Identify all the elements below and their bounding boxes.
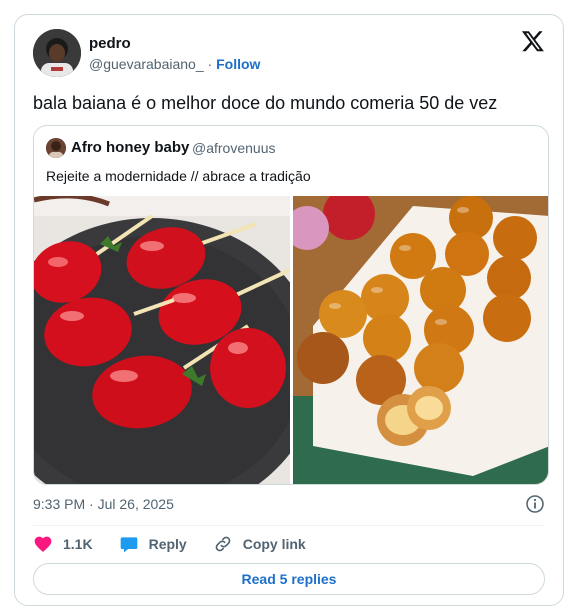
reply-button[interactable]: Reply: [119, 534, 187, 554]
like-button[interactable]: 1.1K: [33, 534, 93, 554]
read-replies-button[interactable]: Read 5 replies: [33, 563, 545, 595]
like-count: 1.1K: [63, 536, 93, 552]
link-icon: [215, 536, 231, 552]
action-bar: 1.1K Reply Copy link: [33, 534, 332, 554]
reply-label: Reply: [148, 536, 187, 552]
follow-button[interactable]: Follow: [216, 56, 260, 72]
read-replies-label: Read 5 replies: [241, 571, 337, 587]
strawberry-candy-photo[interactable]: [34, 196, 290, 484]
author-avatar[interactable]: [33, 29, 81, 77]
author-handle[interactable]: @guevarabaiano_: [89, 56, 204, 72]
handle-separator: ·: [207, 56, 213, 72]
bala-baiana-photo[interactable]: [293, 196, 548, 484]
copy-link-button[interactable]: Copy link: [213, 534, 306, 554]
speech-bubble-icon: [120, 537, 137, 553]
heart-icon: [34, 536, 52, 552]
quoted-tweet[interactable]: Afro honey baby @afrovenuus Rejeite a mo…: [33, 125, 549, 485]
copy-link-label: Copy link: [242, 536, 306, 552]
tweet-text: bala baiana é o melhor doce do mundo com…: [33, 93, 498, 113]
quoted-tweet-text: Rejeite a modernidade // abrace a tradiç…: [46, 168, 311, 184]
quoted-author-name[interactable]: Afro honey baby: [71, 139, 189, 156]
tweet-card: pedro @guevarabaiano_ · Follow bala baia…: [14, 14, 564, 606]
author-name[interactable]: pedro: [89, 35, 131, 52]
author-handle-row: @guevarabaiano_ · Follow: [89, 56, 260, 72]
x-logo-icon[interactable]: [521, 29, 545, 53]
divider: [33, 525, 545, 526]
info-icon[interactable]: [525, 494, 545, 514]
quoted-author-avatar[interactable]: [46, 138, 66, 158]
quoted-author-handle[interactable]: @afrovenuus: [192, 140, 275, 156]
tweet-timestamp[interactable]: 9:33 PM · Jul 26, 2025: [33, 496, 174, 512]
